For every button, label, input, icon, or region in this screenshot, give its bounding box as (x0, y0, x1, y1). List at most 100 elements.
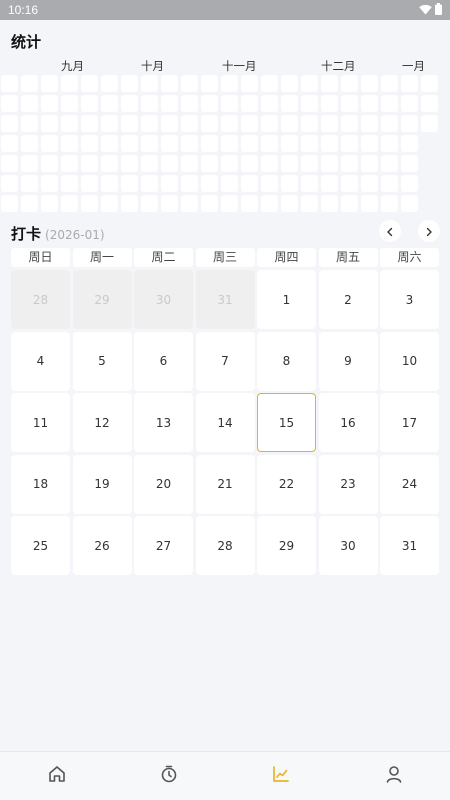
heatmap-cell (81, 175, 98, 192)
heatmap-cell (81, 135, 98, 152)
heatmap-cell (281, 155, 298, 172)
calendar-day[interactable]: 28 (195, 516, 255, 575)
heatmap-cell (261, 195, 278, 212)
heatmap-cell (361, 115, 378, 132)
weekday-monday: 周一 (72, 248, 132, 267)
heatmap-cell (421, 95, 438, 112)
heatmap-cell (101, 155, 118, 172)
calendar-day[interactable]: 3 (380, 270, 439, 329)
heatmap-cell (141, 155, 158, 172)
calendar-day[interactable]: 29 (257, 516, 316, 575)
calendar-day-outside[interactable]: 30 (134, 270, 193, 329)
calendar-day[interactable]: 6 (134, 331, 193, 391)
checkin-header: 打卡 (2026-01) (11, 223, 105, 244)
calendar-day[interactable]: 15 (257, 393, 316, 452)
heatmap-cell (241, 95, 258, 112)
battery-icon (435, 3, 442, 15)
calendar-day[interactable]: 25 (11, 516, 70, 575)
heatmap-cell (201, 135, 218, 152)
heatmap-cell (41, 135, 58, 152)
status-time: 10:16 (8, 3, 39, 17)
heatmap-cell (401, 135, 418, 152)
heatmap-cell (361, 195, 378, 212)
heatmap-cell (181, 95, 198, 112)
heatmap-cell (121, 135, 138, 152)
calendar-day[interactable]: 10 (380, 331, 439, 391)
calendar-day[interactable]: 5 (72, 331, 132, 391)
month-label: 一月 (402, 59, 425, 73)
heatmap-cell (1, 115, 18, 132)
status-bar: 10:16 (0, 0, 450, 20)
heatmap-cell (41, 175, 58, 192)
weekday-wednesday: 周三 (195, 248, 255, 267)
calendar-day[interactable]: 18 (11, 454, 70, 514)
calendar-day[interactable]: 2 (318, 270, 378, 329)
calendar-day[interactable]: 19 (72, 454, 132, 514)
calendar-day[interactable]: 20 (134, 454, 193, 514)
calendar-day[interactable]: 22 (257, 454, 316, 514)
timer-icon (159, 764, 179, 788)
heatmap-cell (401, 155, 418, 172)
heatmap-cell (201, 155, 218, 172)
heatmap-cell (381, 135, 398, 152)
heatmap-cell (121, 115, 138, 132)
calendar-day[interactable]: 31 (380, 516, 439, 575)
heatmap-cell (301, 95, 318, 112)
calendar-day[interactable]: 12 (72, 393, 132, 452)
heatmap-cell (21, 195, 38, 212)
heatmap-cell (321, 155, 338, 172)
heatmap-cell (61, 115, 78, 132)
prev-month-button[interactable] (379, 220, 401, 242)
calendar-day[interactable]: 13 (134, 393, 193, 452)
heatmap-cell (341, 155, 358, 172)
heatmap-cell (121, 175, 138, 192)
wifi-icon (419, 4, 432, 15)
calendar-day[interactable]: 30 (318, 516, 378, 575)
heatmap-cell (101, 115, 118, 132)
calendar-day[interactable]: 24 (380, 454, 439, 514)
calendar-day[interactable]: 26 (72, 516, 132, 575)
heatmap-cell (261, 95, 278, 112)
calendar-day[interactable]: 9 (318, 331, 378, 391)
calendar-day[interactable]: 7 (195, 331, 255, 391)
heatmap-cell (201, 195, 218, 212)
tab-home[interactable] (45, 764, 69, 788)
month-label: 十月 (141, 59, 164, 73)
tab-profile[interactable] (382, 764, 406, 788)
calendar-day[interactable]: 8 (257, 331, 316, 391)
calendar-day[interactable]: 17 (380, 393, 439, 452)
calendar-day[interactable]: 4 (11, 331, 70, 391)
heatmap-cell (41, 155, 58, 172)
heatmap-cell (381, 95, 398, 112)
heatmap-cell (101, 95, 118, 112)
weekday-saturday: 周六 (380, 248, 439, 267)
tab-stats[interactable] (269, 764, 293, 788)
heatmap-cell (161, 135, 178, 152)
heatmap-cell (21, 135, 38, 152)
chart-icon (271, 764, 291, 788)
heatmap-cell (281, 135, 298, 152)
calendar-day-outside[interactable]: 29 (72, 270, 132, 329)
heatmap-cell (281, 95, 298, 112)
current-month: (2026-01) (45, 228, 105, 242)
heatmap-cell (141, 175, 158, 192)
heatmap-cell (241, 175, 258, 192)
calendar-day[interactable]: 11 (11, 393, 70, 452)
heatmap-cell (261, 135, 278, 152)
calendar-day[interactable]: 21 (195, 454, 255, 514)
calendar-day[interactable]: 1 (257, 270, 316, 329)
chevron-left-icon (385, 222, 395, 241)
heatmap-cell (201, 175, 218, 192)
calendar-day[interactable]: 14 (195, 393, 255, 452)
calendar-day-outside[interactable]: 28 (11, 270, 70, 329)
tab-timer[interactable] (157, 764, 181, 788)
heatmap-cell (381, 195, 398, 212)
heatmap-cell (181, 175, 198, 192)
calendar-day[interactable]: 16 (318, 393, 378, 452)
heatmap-cell (141, 115, 158, 132)
calendar-day[interactable]: 27 (134, 516, 193, 575)
next-month-button[interactable] (418, 220, 440, 242)
calendar-day[interactable]: 23 (318, 454, 378, 514)
heatmap-cell (1, 135, 18, 152)
calendar-day-outside[interactable]: 31 (195, 270, 255, 329)
